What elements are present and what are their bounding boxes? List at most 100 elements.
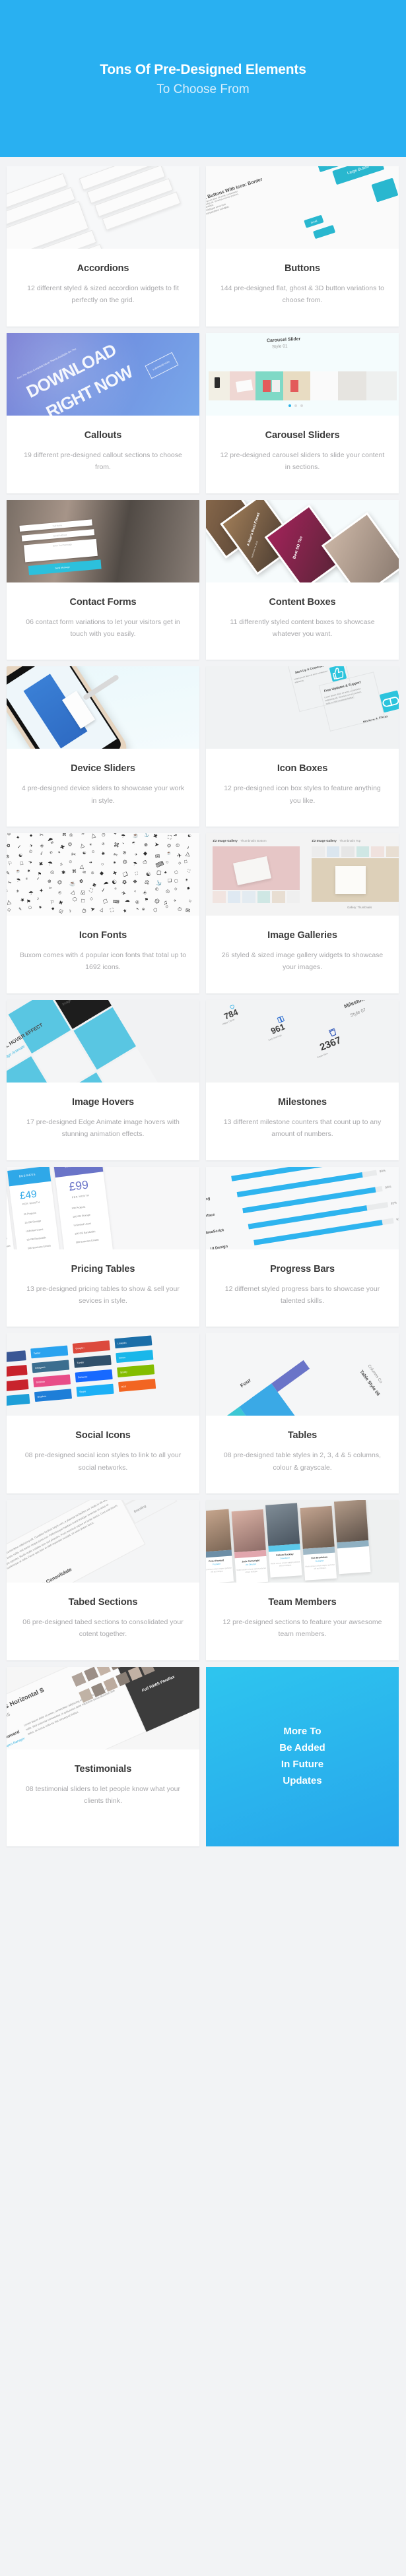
- card-title: Buttons: [284, 263, 321, 274]
- icon-glyph: ⊕: [46, 878, 52, 885]
- thumbnail-icon-fonts: ⏣ ✦ ◆ ✂ ☁ ⌘ ⍟ ✂ △ ⏱ ❖ ☂ ☕ ⚓ ✖ ⛶ ➔ ☯ ✿ ✓ ✈ ☀ ✉ ✚ ⏣ △ ☀ ✇ ⌘ ⌁ ☂ ⊕ ➤ ⏣ ⏲ ♪ ⚙ ☯ ⏱ ✓…: [7, 833, 199, 916]
- icon-glyph: ✉: [185, 906, 191, 914]
- icon-glyph: ⛶: [88, 886, 94, 894]
- icon-glyph: ⌘: [61, 833, 67, 838]
- element-card-content-boxes[interactable]: A Man's Best Friend September 24, 2016 B…: [206, 499, 399, 660]
- icon-glyph: ⛶: [135, 871, 139, 876]
- card-description: 08 testimonial sliders to let people kno…: [25, 1784, 181, 1806]
- icon-glyph: △: [79, 862, 85, 870]
- icon-glyph: ✂: [39, 833, 44, 838]
- icon-glyph: ☕: [166, 850, 172, 856]
- carousel-dot-active[interactable]: [288, 404, 291, 407]
- element-card-tabed-sections[interactable]: 1/4 Simple Tabs Widget: Consolidate Your…: [7, 1500, 199, 1660]
- element-card-tables[interactable]: Table Column One Table Column Two Four T…: [206, 1333, 399, 1493]
- icon-glyph: ☁: [102, 879, 109, 886]
- element-card-callouts[interactable]: DOWNLOAD RIGHT NOW Own The Most Complete…: [7, 332, 199, 493]
- icon-glyph: △: [100, 906, 105, 913]
- icon-glyph: ♫: [59, 862, 64, 867]
- card-description: 12 pre-designed sections to feature your…: [222, 1618, 382, 1639]
- card-title: Contact Forms: [69, 596, 137, 608]
- element-card-milestones[interactable]: Milestones Style 07 784 Happy Clients 96…: [206, 999, 399, 1160]
- element-card-contact-forms[interactable]: Full Name Email Address Enter Your Messa…: [7, 499, 199, 660]
- icon-glyph: ✦: [39, 887, 44, 894]
- icon-glyph: ☕: [133, 833, 139, 838]
- thumbnail-accordions: 1/2 Simple Can Close Al Web Design Graph…: [7, 166, 199, 249]
- icon-glyph: □: [81, 896, 85, 904]
- card-title: Icon Fonts: [79, 930, 127, 941]
- card-body: Progress Bars 12 differnet styled progre…: [206, 1249, 399, 1327]
- icon-glyph: ☑: [57, 908, 64, 915]
- icon-glyph: ⏣: [57, 879, 63, 886]
- icon-glyph: ✱: [100, 851, 106, 857]
- icon-glyph: ✓: [17, 844, 22, 850]
- icon-glyph: ☯: [110, 877, 118, 887]
- icon-glyph: ⏱: [81, 907, 87, 915]
- icon-glyph: ☯: [186, 833, 192, 840]
- icon-glyph: ✦: [57, 850, 61, 856]
- icon-glyph: ♪: [67, 907, 73, 914]
- icon-glyph: ⎔: [28, 906, 32, 911]
- thumbnail-image-galleries: 1/2 Image Gallery Thumbnails Bottom 1/2 …: [206, 833, 399, 916]
- thumbnail-image-hovers: BEAUTIFUL HOVER EFFECT Adobe Edge Animat…: [7, 999, 199, 1083]
- icon-glyph: ◇: [178, 861, 182, 865]
- icon-glyph: ✱: [38, 905, 43, 910]
- icon-glyph: ✈: [120, 890, 127, 897]
- element-card-accordions[interactable]: 1/2 Simple Can Close Al Web Design Graph…: [7, 166, 199, 327]
- icon-glyph: △: [90, 833, 96, 839]
- team-member-card: Eve Bradshaw Designer Morbi cursus ornar…: [300, 1505, 337, 1581]
- card-body: Content Boxes 11 differently styled cont…: [206, 582, 399, 660]
- card-body: Buttons 144 pre-designed flat, ghost & 3…: [206, 249, 399, 327]
- element-card-progress-bars[interactable]: Progress Creativity 99% Branding 90% Int…: [206, 1166, 399, 1327]
- icon-glyph: ☯: [18, 853, 23, 858]
- icon-glyph: ◆: [51, 906, 55, 911]
- icon-glyph: ✆: [48, 850, 53, 856]
- icon-glyph: ◆: [143, 850, 148, 857]
- icon-glyph: ⛶: [167, 834, 172, 841]
- card-body: Icon Fonts Buxom comes with 4 popular ic…: [7, 916, 199, 993]
- card-body: Tables 08 pre-designed table styles in 2…: [206, 1416, 399, 1493]
- card-title: Milestones: [278, 1096, 327, 1108]
- icon-glyph: ★: [18, 895, 26, 904]
- icon-glyph: ⊕: [143, 841, 149, 849]
- icon-glyph: ✓: [36, 877, 40, 882]
- icon-glyph: ☯: [145, 870, 152, 878]
- element-card-icon-fonts[interactable]: ⏣ ✦ ◆ ✂ ☁ ⌘ ⍟ ✂ △ ⏱ ❖ ☂ ☕ ⚓ ✖ ⛶ ➔ ☯ ✿ ✓ ✈ ☀ ✉ ✚ ⏣ △ ☀ ✇ ⌘ ⌁ ☂ ⊕ ➤ ⏣ ⏲ ♪ ⚙ ☯ ⏱ ✓…: [7, 833, 199, 993]
- carousel-dot[interactable]: [300, 404, 303, 407]
- icon-glyph: ✎: [18, 907, 22, 912]
- icon-glyph: ✂: [49, 887, 53, 891]
- thumbnail-device-sliders: [7, 666, 199, 749]
- icon-glyph: ☐: [184, 860, 188, 864]
- element-card-icon-boxes[interactable]: Style 09 Elements Free Updates & Support…: [206, 666, 399, 827]
- element-card-pricing-tables[interactable]: PERSONAL £29 PER MONTH 5 Projects 5 GB S…: [7, 1166, 199, 1327]
- icon-glyph: ♣: [164, 870, 168, 875]
- card-title: Tables: [287, 1430, 318, 1441]
- icon-glyph: ◆: [29, 833, 32, 838]
- element-card-testimonials[interactable]: Testimonials Horizontal S Le Thumbnails …: [7, 1666, 199, 1846]
- element-card-image-galleries[interactable]: 1/2 Image Gallery Thumbnails Bottom 1/2 …: [206, 833, 399, 993]
- card-description: 06 pre-designed tabed sections to consol…: [22, 1618, 184, 1639]
- card-description: 13 different milestone counters that cou…: [223, 1117, 382, 1139]
- thumb-button: Large Button: [332, 166, 385, 185]
- carousel-dot[interactable]: [294, 404, 297, 407]
- element-card-buttons[interactable]: Medium Large Button Small Flat Buttons W…: [206, 166, 399, 327]
- card-title: Tabed Sections: [68, 1597, 138, 1608]
- icon-glyph: ❏: [121, 871, 129, 879]
- icon-glyph: ◇: [89, 896, 94, 902]
- icon-glyph: ⚑: [38, 871, 42, 877]
- icon-glyph: ✇: [121, 850, 127, 857]
- card-title: Icon Boxes: [277, 763, 328, 774]
- element-card-team-members[interactable]: Peter Howard Founder Morbi cursus ornare…: [206, 1500, 399, 1660]
- element-card-social-icons[interactable]: Facebook Twitter Google+ LinkedIn Pinter…: [7, 1333, 199, 1493]
- team-member-card: [333, 1500, 371, 1575]
- element-card-image-hovers[interactable]: BEAUTIFUL HOVER EFFECT Adobe Edge Animat…: [7, 999, 199, 1160]
- card-description: 08 pre-designed social icon styles to li…: [24, 1451, 182, 1472]
- card-description: 17 pre-designed Edge Animate image hover…: [26, 1117, 180, 1139]
- promo-card-more-to-be-added[interactable]: More To Be Added In Future Updates: [206, 1666, 399, 1846]
- thumbnail-testimonials: Testimonials Horizontal S Le Thumbnails …: [7, 1666, 199, 1749]
- element-card-device-sliders[interactable]: Device Sliders 4 pre-designed device sli…: [7, 666, 199, 827]
- card-body: Contact Forms 06 contact form variations…: [7, 582, 199, 660]
- icon-glyph: ⏱: [101, 833, 106, 838]
- element-card-carousel-sliders[interactable]: Carousel Slider Style 01 Carousel Slider…: [206, 332, 399, 493]
- icon-glyph: ✦: [15, 834, 20, 841]
- icon-glyph: ⏱: [164, 904, 169, 910]
